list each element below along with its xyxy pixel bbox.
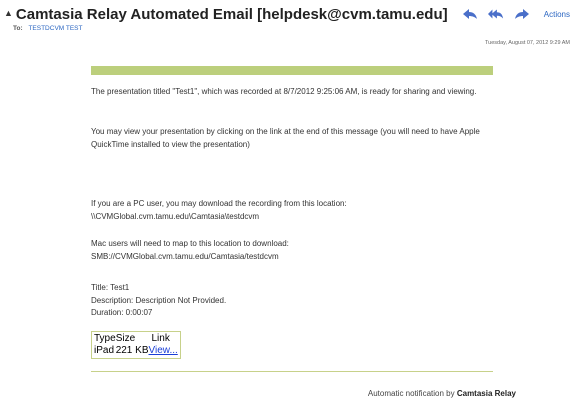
- to-label: To:: [13, 25, 23, 32]
- mac-download-path: SMB://CVMGlobal.cvm.tamu.edu/Camtasia/te…: [91, 251, 279, 261]
- message-bottom-rule: [91, 371, 493, 372]
- presentation-details: Title: Test1 Description: Description No…: [91, 282, 493, 320]
- email-subject: ▲ Camtasia Relay Automated Email [helpdes…: [4, 6, 448, 23]
- pc-download-text: If you are a PC user, you may download t…: [91, 199, 347, 208]
- file-size: 221 KB: [115, 345, 149, 356]
- collapse-caret-icon[interactable]: ▲: [4, 8, 13, 18]
- header-link: Link: [151, 333, 170, 344]
- files-header-row: Type Size Link: [94, 333, 178, 345]
- actions-menu[interactable]: Actions: [544, 10, 570, 19]
- view-link[interactable]: View...: [149, 345, 178, 356]
- email-header: ▲ Camtasia Relay Automated Email [helpdes…: [0, 0, 576, 60]
- footer-notice: Automatic notification by Camtasia Relay: [368, 389, 516, 398]
- presentation-duration: Duration: 0:00:07: [91, 308, 153, 317]
- presentation-title: Title: Test1: [91, 283, 130, 292]
- subject-text: Camtasia Relay Automated Email [helpdesk…: [15, 6, 448, 23]
- reply-icon[interactable]: [462, 8, 478, 20]
- sent-date: Tuesday, August 07, 2012 9:29 AM: [484, 40, 570, 46]
- presentation-description: Description: Description Not Provided.: [91, 295, 227, 305]
- reply-all-icon[interactable]: [487, 8, 504, 20]
- mac-download-paragraph: Mac users will need to map to this locat…: [91, 238, 493, 263]
- recipient-line: To: TESTDCVM TEST: [13, 25, 83, 32]
- ready-paragraph: The presentation titled "Test1", which w…: [91, 87, 477, 96]
- message-top-bar: [91, 66, 493, 75]
- table-row: iPad 221 KB View...: [94, 345, 178, 357]
- header-type: Type: [94, 333, 116, 344]
- footer-brand: Camtasia Relay: [456, 389, 516, 398]
- header-size: Size: [115, 333, 136, 344]
- actions-toolbar: Actions: [462, 8, 570, 20]
- footer-prefix: Automatic notification by: [367, 389, 455, 398]
- files-table: Type Size Link iPad 221 KB View...: [91, 331, 181, 359]
- forward-icon[interactable]: [514, 8, 530, 20]
- mac-download-text: Mac users will need to map to this locat…: [91, 239, 289, 248]
- view-instructions-paragraph: You may view your presentation by clicki…: [91, 127, 480, 149]
- recipient-name[interactable]: TESTDCVM TEST: [28, 25, 82, 32]
- pc-download-paragraph: If you are a PC user, you may download t…: [91, 198, 493, 223]
- file-type: iPad: [94, 345, 115, 356]
- pc-download-path: \\CVMGlobal.cvm.tamu.edu\Camtasia\testdc…: [91, 211, 260, 221]
